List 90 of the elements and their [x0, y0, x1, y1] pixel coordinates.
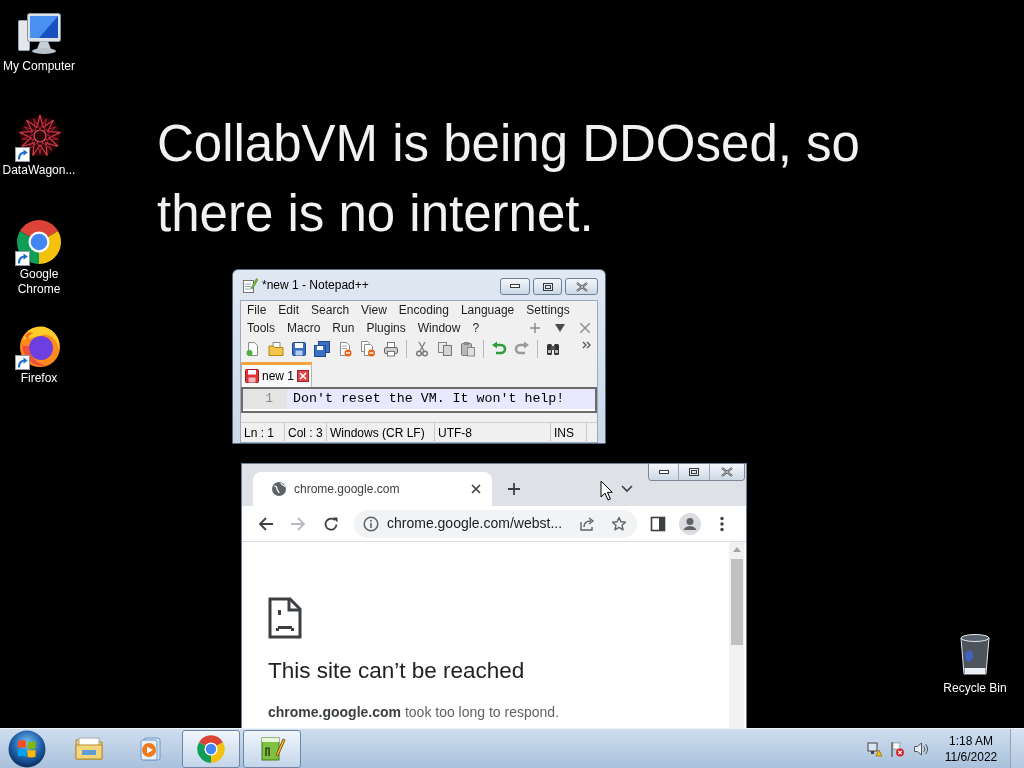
menu-item[interactable]: Run: [326, 319, 361, 337]
menu-item[interactable]: Language: [454, 301, 521, 319]
minimize-button[interactable]: [649, 464, 679, 480]
menu-item[interactable]: Encoding: [392, 301, 455, 319]
info-icon[interactable]: [363, 515, 379, 532]
close-button[interactable]: [710, 464, 744, 480]
desktop-icon-label[interactable]: DataWagon...: [1, 163, 77, 178]
close-icon[interactable]: [297, 370, 310, 382]
mouse-pointer-icon: [600, 480, 613, 501]
chrome-logo-icon: [196, 733, 226, 764]
taskbar-button[interactable]: [243, 729, 301, 768]
text-editor[interactable]: 1 Don't reset the VM. It won't help!: [241, 387, 597, 413]
sad-page-icon: [268, 597, 302, 639]
flag-icon[interactable]: [889, 740, 905, 757]
taskbar-button[interactable]: [182, 729, 240, 768]
share-icon[interactable]: [579, 515, 595, 532]
minimize-icon: [658, 469, 669, 475]
desktop-icon-label[interactable]: Recycle Bin: [936, 681, 1014, 696]
clock-button[interactable]: 1:18 AM 11/6/2022: [938, 732, 1004, 765]
save-all-icon[interactable]: [314, 341, 330, 357]
reload-icon[interactable]: [323, 515, 339, 532]
maximize-icon: [542, 282, 553, 291]
close-icon: [721, 467, 733, 477]
close-button[interactable]: [565, 278, 598, 295]
menu-item[interactable]: Window: [411, 319, 467, 337]
menu-item[interactable]: Tools: [241, 319, 281, 337]
network-warning-icon[interactable]: [866, 740, 882, 757]
wallpaper-text: CollabVM is being DDOsed, so there is no internet.: [157, 114, 861, 244]
starburst-icon[interactable]: [15, 114, 63, 162]
start-button[interactable]: [7, 728, 47, 768]
minimize-button[interactable]: [500, 278, 530, 295]
desktop-icon-label[interactable]: Firefox: [1, 371, 77, 386]
paste-icon[interactable]: [460, 341, 476, 357]
menu-item[interactable]: ?: [466, 319, 486, 337]
notepad-pencil-icon: [242, 277, 258, 293]
globe-icon: [271, 481, 287, 497]
notepad-pencil-icon: [258, 734, 286, 763]
window-title: *new 1 - Notepad++: [262, 277, 370, 294]
status-text: Windows (CR LF): [327, 422, 435, 443]
undo-icon[interactable]: [491, 341, 507, 357]
menu-item[interactable]: Settings: [520, 301, 576, 319]
status-text: Ln : 1: [241, 422, 285, 443]
back-arrow-icon[interactable]: [258, 515, 274, 532]
browser-tab[interactable]: chrome.google.com: [253, 472, 492, 506]
close-file-icon[interactable]: [337, 341, 353, 357]
menu-item[interactable]: Plugins: [360, 319, 412, 337]
scissors-icon[interactable]: [414, 341, 430, 357]
more-menu-icon[interactable]: [720, 515, 724, 532]
maximize-button[interactable]: [533, 278, 562, 295]
status-text: INS: [551, 422, 587, 443]
menu-item[interactable]: File: [241, 301, 273, 319]
scrollbar[interactable]: [729, 542, 744, 728]
desktop-icon-label[interactable]: My Computer: [1, 59, 77, 74]
address-field[interactable]: chrome.google.com/webst...: [354, 509, 637, 538]
close-icon: [575, 281, 588, 292]
save-icon: [245, 369, 259, 383]
star-icon[interactable]: [611, 515, 627, 532]
print-icon[interactable]: [383, 341, 399, 357]
double-chevron-icon[interactable]: [582, 341, 591, 349]
maximize-button[interactable]: [679, 464, 710, 480]
minimize-icon: [510, 284, 520, 289]
menu-item[interactable]: Search: [305, 301, 356, 319]
close-all-icon[interactable]: [360, 341, 376, 357]
menu-item[interactable]: View: [355, 301, 393, 319]
error-heading: This site can’t be reached: [268, 657, 525, 685]
chrome-logo-icon[interactable]: [15, 218, 63, 266]
error-message: chrome.google.com took too long to respond.: [268, 703, 560, 722]
copy-icon[interactable]: [437, 341, 453, 357]
new-file-icon[interactable]: [245, 341, 261, 357]
line-number: 1: [243, 389, 287, 409]
menu-item[interactable]: Macro: [281, 319, 327, 337]
file-tab[interactable]: new 1: [241, 362, 312, 387]
status-text: Col : 3: [285, 422, 327, 443]
menu-item[interactable]: Edit: [272, 301, 306, 319]
folder-icon: [73, 734, 105, 763]
speaker-icon[interactable]: [913, 740, 929, 757]
desktop-icon-label[interactable]: Google Chrome: [1, 267, 77, 297]
windows-logo-icon: [8, 729, 46, 768]
side-panel-icon[interactable]: [650, 515, 666, 532]
save-icon[interactable]: [291, 341, 307, 357]
profile-avatar-icon[interactable]: [679, 512, 701, 535]
scrollbar-thumb[interactable]: [730, 559, 743, 645]
binoculars-icon[interactable]: [545, 341, 561, 357]
caret-down-icon[interactable]: [555, 324, 565, 332]
chevron-down-icon[interactable]: [621, 485, 633, 493]
status-text: UTF-8: [435, 422, 551, 443]
close-icon[interactable]: [470, 483, 482, 495]
open-folder-icon[interactable]: [268, 341, 284, 357]
maximize-icon: [689, 468, 699, 476]
plus-icon[interactable]: [507, 482, 521, 496]
